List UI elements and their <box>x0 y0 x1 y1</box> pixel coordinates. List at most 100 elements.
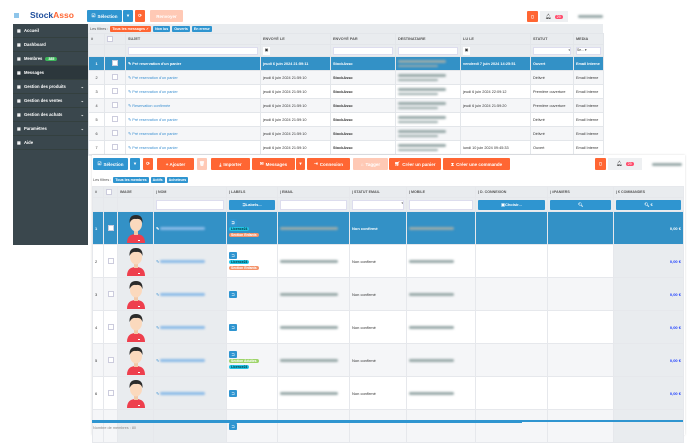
filter-chip[interactable]: Tous les messages ✓ <box>110 25 152 32</box>
sidebar-item-5[interactable]: ▦ Gestion des ventes ⌄ <box>13 94 88 108</box>
row-checkbox[interactable] <box>112 74 118 80</box>
member-name-link[interactable]: ✎ <box>153 310 227 344</box>
column-filter-input[interactable] <box>128 46 258 55</box>
subject-link[interactable]: ✎ Pré reservation d'un panier <box>125 112 261 127</box>
member-name-link[interactable]: ✎ <box>153 376 227 410</box>
refresh-button[interactable]: ⟳ <box>143 158 153 170</box>
email-filter-input[interactable] <box>280 199 347 210</box>
row-checkbox[interactable] <box>112 116 118 122</box>
messages-button[interactable]: ✉ Messages <box>252 158 295 170</box>
table-row[interactable]: 6 ✎ Pré reservation d'un panier jeudi 6 … <box>88 126 604 141</box>
sidebar-item-6[interactable]: ▦ Gestion des achats ⌄ <box>13 108 88 122</box>
table-row[interactable]: 6 ✎ ⊐ Non confirmé 0,00 € <box>92 376 684 410</box>
column-header[interactable]: | STATUT EMAIL <box>349 186 407 198</box>
filter-chip[interactable]: En erreur <box>191 25 212 32</box>
subject-link[interactable]: ✎ Pré reservation d'un panier <box>125 126 261 141</box>
mobile-filter-input[interactable] <box>409 199 473 210</box>
filter-chip[interactable]: Ouverts <box>172 25 190 32</box>
filter-chip[interactable]: Tous les membres <box>113 177 149 183</box>
column-header[interactable]: # <box>88 33 105 45</box>
user-name[interactable] <box>578 15 603 18</box>
member-name-link[interactable]: ✎ <box>153 277 227 311</box>
row-checkbox[interactable] <box>112 60 118 66</box>
email-status-select[interactable]: ▾ <box>352 199 404 210</box>
column-header[interactable]: | D. CONNEXION <box>475 186 548 198</box>
row-checkbox[interactable] <box>112 88 118 94</box>
row-checkbox[interactable] <box>107 389 114 396</box>
table-row[interactable]: 5 ✎ Pré reservation d'un panier jeudi 6 … <box>88 112 604 127</box>
create-cart-button[interactable]: 🛒︎ Créer un panier <box>389 158 441 170</box>
table-row[interactable]: 2 ✎ ⊐ Licence24 Section Enfants Non confir… <box>92 244 684 278</box>
sidebar-item-4[interactable]: ▦ Gestion des produits ⌄ <box>13 80 88 94</box>
column-header[interactable]: | LABELS <box>226 186 278 198</box>
selection-dropdown[interactable]: ▾ <box>130 158 140 170</box>
name-filter-input[interactable] <box>156 199 224 210</box>
sidebar-item-7[interactable]: ▦ Paramètres ⌄ <box>13 122 88 136</box>
filter-chip[interactable]: Acheteurs <box>166 177 189 183</box>
selection-button[interactable]: ☑ Sélection <box>93 158 128 170</box>
subject-link[interactable]: ✎ Pré reservation d'un panier <box>125 70 261 85</box>
row-checkbox[interactable] <box>107 290 114 297</box>
row-checkbox[interactable] <box>107 224 114 231</box>
row-checkbox[interactable] <box>107 257 114 264</box>
table-row[interactable]: 5 ✎ ⊐ Section Adultes Licence24 Non confir… <box>92 343 684 377</box>
create-order-button[interactable]: ⧗ Créer une commande <box>443 158 510 170</box>
member-name-link[interactable]: ✎ <box>153 244 227 278</box>
column-header[interactable]: | NOM <box>153 186 227 198</box>
filter-chip[interactable]: Non lus <box>153 25 171 32</box>
search-amount-button[interactable]: 🔍︎ € <box>616 199 681 210</box>
resend-button[interactable]: Renvoyer <box>150 10 183 22</box>
sidebar-item-0[interactable]: ▦ Accueil <box>13 24 88 38</box>
tag-icon[interactable]: ⊐ <box>229 251 237 259</box>
calendar-icon[interactable]: ▣ <box>263 46 270 55</box>
tag-icon[interactable]: ⊐ <box>229 389 237 397</box>
row-checkbox[interactable] <box>112 144 118 150</box>
filter-chip[interactable]: Actifs <box>150 177 165 183</box>
column-header[interactable]: ENVOYÉ PAR <box>330 33 396 45</box>
row-checkbox[interactable] <box>107 356 114 363</box>
column-header[interactable]: IMAGE <box>117 186 154 198</box>
tag-icon[interactable]: ⊐ <box>229 323 237 331</box>
selection-button[interactable]: ☑ Sélection <box>87 10 122 22</box>
column-header[interactable]: STATUT <box>530 33 574 45</box>
column-header[interactable]: LU LE <box>460 33 531 45</box>
row-checkbox[interactable] <box>107 323 114 330</box>
calendar-icon[interactable]: ▣ <box>463 46 470 55</box>
selection-dropdown[interactable]: ▾ <box>123 10 133 22</box>
messages-dropdown[interactable]: ▾ <box>296 158 305 170</box>
subject-link[interactable]: ✎ Reservation confirmée <box>125 98 261 113</box>
export-icon[interactable]: ▯ <box>527 11 538 22</box>
menu-icon[interactable] <box>14 13 19 18</box>
column-header[interactable]: SUJET <box>125 33 261 45</box>
column-header[interactable]: ENVOYÉ LE <box>260 33 331 45</box>
tag-icon[interactable]: ⊐ <box>229 290 237 298</box>
tag-icon[interactable]: ⊐ <box>229 422 237 430</box>
tag-button[interactable]: ⌂ Tagger <box>353 158 388 170</box>
subject-link[interactable]: ✎ Pré reservation d'un panier <box>125 84 261 99</box>
column-filter-input[interactable] <box>333 46 393 55</box>
column-filter-input[interactable] <box>398 46 458 55</box>
import-button[interactable]: ⤓ Importer <box>211 158 250 170</box>
status-select[interactable]: ▾ <box>533 46 571 55</box>
export-icon[interactable]: ▯ <box>595 158 606 170</box>
column-header[interactable]: | #PANIERS <box>547 186 614 198</box>
member-name-link[interactable]: ✎ <box>153 211 227 245</box>
row-checkbox[interactable] <box>112 102 118 108</box>
media-select[interactable]: Se... ▾ <box>576 46 601 55</box>
member-name-link[interactable]: ✎ <box>153 343 227 377</box>
sidebar-item-8[interactable]: ▦ Aide <box>13 136 88 150</box>
table-row[interactable]: 7 ✎ Pré reservation d'un panier jeudi 6 … <box>88 140 604 155</box>
select-all-checkbox[interactable] <box>104 33 126 45</box>
login-button[interactable]: ⇥ Connexion <box>307 158 350 170</box>
table-row[interactable]: 4 ✎ Reservation confirmée jeudi 6 juin 2… <box>88 98 604 113</box>
column-header[interactable]: # <box>92 186 104 198</box>
search-icon[interactable]: 🔍︎ <box>550 199 611 210</box>
column-header[interactable]: MEDIA <box>573 33 604 45</box>
table-row[interactable]: 2 ✎ Pré reservation d'un panier jeudi 6 … <box>88 70 604 85</box>
table-row[interactable]: 4 ✎ ⊐ Non confirmé 0,00 € <box>92 310 684 344</box>
date-filter-button[interactable]: ▣ Choisir... <box>478 199 545 210</box>
table-row[interactable]: 3 ✎ Pré reservation d'un panier jeudi 6 … <box>88 84 604 99</box>
labels-filter-button[interactable]: ⊐ Labels... <box>229 199 275 210</box>
sidebar-item-3[interactable]: ▦ Messages <box>13 66 88 80</box>
delete-button[interactable]: 🗑︎ <box>197 158 207 170</box>
